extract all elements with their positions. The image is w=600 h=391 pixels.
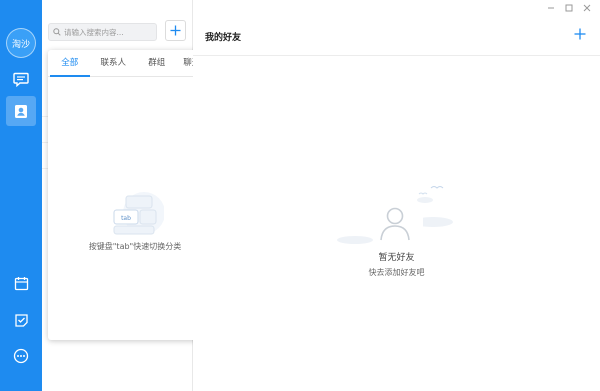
tab-contacts[interactable]: 联系人 [92, 50, 136, 76]
main-pane: 我的好友 暂无好友 快去添加好友吧 [193, 0, 600, 391]
search-box[interactable] [48, 23, 157, 41]
plus-icon [170, 25, 181, 36]
nav-item-contacts[interactable] [6, 96, 36, 126]
calendar-icon [14, 276, 28, 290]
minimize-icon [548, 7, 554, 9]
nav-item-tasks[interactable] [8, 307, 34, 333]
empty-state-subtitle: 快去添加好友吧 [368, 268, 425, 277]
header-divider [193, 55, 600, 56]
task-icon [14, 313, 28, 327]
nav-item-more[interactable] [8, 343, 34, 369]
maximize-icon [565, 4, 573, 12]
add-button[interactable] [165, 20, 186, 41]
minimize-button[interactable] [546, 3, 556, 13]
avatar[interactable]: 淘沙 [6, 28, 36, 58]
add-friend-button[interactable] [573, 27, 587, 41]
avatar-text: 淘沙 [11, 39, 30, 50]
plus-icon [574, 28, 586, 40]
chat-icon [13, 72, 29, 87]
tab-all[interactable]: 全部 [48, 50, 92, 77]
contacts-icon [15, 104, 27, 118]
empty-friends-illustration [337, 186, 453, 244]
maximize-button[interactable] [564, 3, 574, 13]
nav-rail: 淘沙 [0, 0, 42, 391]
keyboard-illustration: tab [113, 192, 164, 235]
nav-item-calendar[interactable] [8, 270, 34, 296]
search-icon [53, 28, 61, 36]
close-button[interactable] [582, 3, 592, 13]
close-icon [583, 4, 591, 12]
more-icon [13, 348, 29, 364]
tab-groups[interactable]: 群组 [135, 50, 179, 76]
page-title: 我的好友 [205, 33, 242, 43]
nav-item-chat[interactable] [8, 66, 34, 92]
empty-state-title: 暂无好友 [378, 253, 415, 263]
tab-key-label: tab [121, 215, 131, 222]
search-input[interactable] [64, 27, 154, 37]
